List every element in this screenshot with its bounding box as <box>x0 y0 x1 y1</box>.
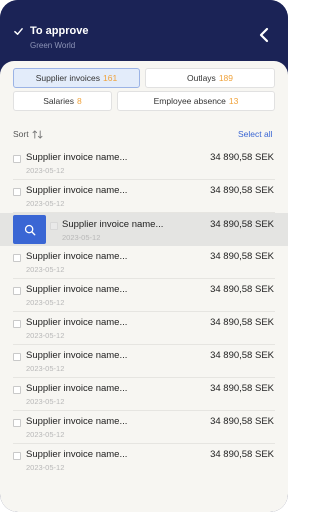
row-checkbox[interactable] <box>13 155 21 163</box>
list-item[interactable]: Supplier invoice name... 2023-05-12 34 8… <box>0 378 288 411</box>
company-name: Green World <box>30 41 76 50</box>
invoice-date: 2023-05-12 <box>26 331 65 340</box>
invoice-name: Supplier invoice name... <box>62 219 164 230</box>
invoice-date: 2023-05-12 <box>26 463 65 472</box>
tab-count: 13 <box>228 96 239 106</box>
list-item[interactable]: Supplier invoice name... 2023-05-12 34 8… <box>0 147 288 180</box>
invoice-name: Supplier invoice name... <box>26 317 128 328</box>
tab-count: 161 <box>103 73 118 83</box>
back-button[interactable] <box>254 25 274 45</box>
list-item[interactable]: Supplier invoice name... 2023-05-12 34 8… <box>0 180 288 213</box>
list-item[interactable]: Supplier invoice name... 2023-05-12 34 8… <box>0 444 288 477</box>
tab-outlays[interactable]: Outlays 189 <box>145 68 275 88</box>
tab-label: Supplier invoices <box>35 73 101 83</box>
sort-label: Sort <box>13 129 29 139</box>
row-checkbox[interactable] <box>13 452 21 460</box>
row-checkbox[interactable] <box>13 320 21 328</box>
invoice-date: 2023-05-12 <box>62 233 101 242</box>
invoice-name: Supplier invoice name... <box>26 350 128 361</box>
row-checkbox[interactable] <box>13 386 21 394</box>
tab-label: Salaries <box>43 96 74 106</box>
tab-supplier-invoices[interactable]: Supplier invoices 161 <box>13 68 140 88</box>
select-all-link[interactable]: Select all <box>238 129 273 139</box>
invoice-date: 2023-05-12 <box>26 166 65 175</box>
list-item[interactable]: Supplier invoice name... 2023-05-12 34 8… <box>0 411 288 444</box>
swipe-view-button[interactable] <box>13 215 46 244</box>
invoice-amount: 34 890,58 SEK <box>210 383 274 394</box>
list-item[interactable]: Supplier invoice name... 2023-05-12 34 8… <box>0 246 288 279</box>
tab-employee-absence[interactable]: Employee absence 13 <box>117 91 275 111</box>
invoice-amount: 34 890,58 SEK <box>210 350 274 361</box>
row-checkbox[interactable] <box>13 353 21 361</box>
row-checkbox[interactable] <box>13 287 21 295</box>
search-icon <box>24 224 35 235</box>
invoice-amount: 34 890,58 SEK <box>210 284 274 295</box>
row-checkbox[interactable] <box>13 188 21 196</box>
invoice-amount: 34 890,58 SEK <box>210 251 274 262</box>
tab-count: 189 <box>218 73 233 83</box>
invoice-name: Supplier invoice name... <box>26 416 128 427</box>
invoice-name: Supplier invoice name... <box>26 185 128 196</box>
page-title: To approve <box>30 25 89 37</box>
row-checkbox[interactable] <box>13 254 21 262</box>
sort-arrows-icon <box>32 129 43 139</box>
tab-count: 8 <box>76 96 82 106</box>
invoice-name: Supplier invoice name... <box>26 152 128 163</box>
invoice-date: 2023-05-12 <box>26 265 65 274</box>
check-icon <box>14 28 23 35</box>
invoice-date: 2023-05-12 <box>26 298 65 307</box>
content-sheet: Supplier invoices 161 Outlays 189 Salari… <box>0 61 288 512</box>
invoice-amount: 34 890,58 SEK <box>210 152 274 163</box>
invoice-date: 2023-05-12 <box>26 199 65 208</box>
invoice-date: 2023-05-12 <box>26 430 65 439</box>
invoice-amount: 34 890,58 SEK <box>210 317 274 328</box>
row-checkbox[interactable] <box>13 419 21 427</box>
tab-salaries[interactable]: Salaries 8 <box>13 91 112 111</box>
list-item[interactable]: Supplier invoice name... 2023-05-12 34 8… <box>0 312 288 345</box>
invoice-date: 2023-05-12 <box>26 364 65 373</box>
invoice-amount: 34 890,58 SEK <box>210 185 274 196</box>
invoice-amount: 34 890,58 SEK <box>210 416 274 427</box>
invoice-amount: 34 890,58 SEK <box>210 219 274 230</box>
invoice-date: 2023-05-12 <box>26 397 65 406</box>
phone-frame: To approve Green World Supplier invoices… <box>0 0 288 512</box>
invoice-amount: 34 890,58 SEK <box>210 449 274 460</box>
invoice-name: Supplier invoice name... <box>26 383 128 394</box>
list-item[interactable]: Supplier invoice name... 2023-05-12 34 8… <box>0 345 288 378</box>
invoice-name: Supplier invoice name... <box>26 251 128 262</box>
invoice-name: Supplier invoice name... <box>26 284 128 295</box>
app-header: To approve Green World <box>0 0 288 70</box>
tab-label: Employee absence <box>153 96 226 106</box>
row-checkbox[interactable] <box>50 222 58 230</box>
sort-button[interactable]: Sort <box>13 129 43 139</box>
invoice-name: Supplier invoice name... <box>26 449 128 460</box>
chevron-left-icon <box>259 27 269 43</box>
list-item[interactable]: Supplier invoice name... 2023-05-12 34 8… <box>0 279 288 312</box>
list-item-swiped[interactable]: Supplier invoice name... 2023-05-12 34 8… <box>0 213 288 246</box>
tab-label: Outlays <box>186 73 216 83</box>
